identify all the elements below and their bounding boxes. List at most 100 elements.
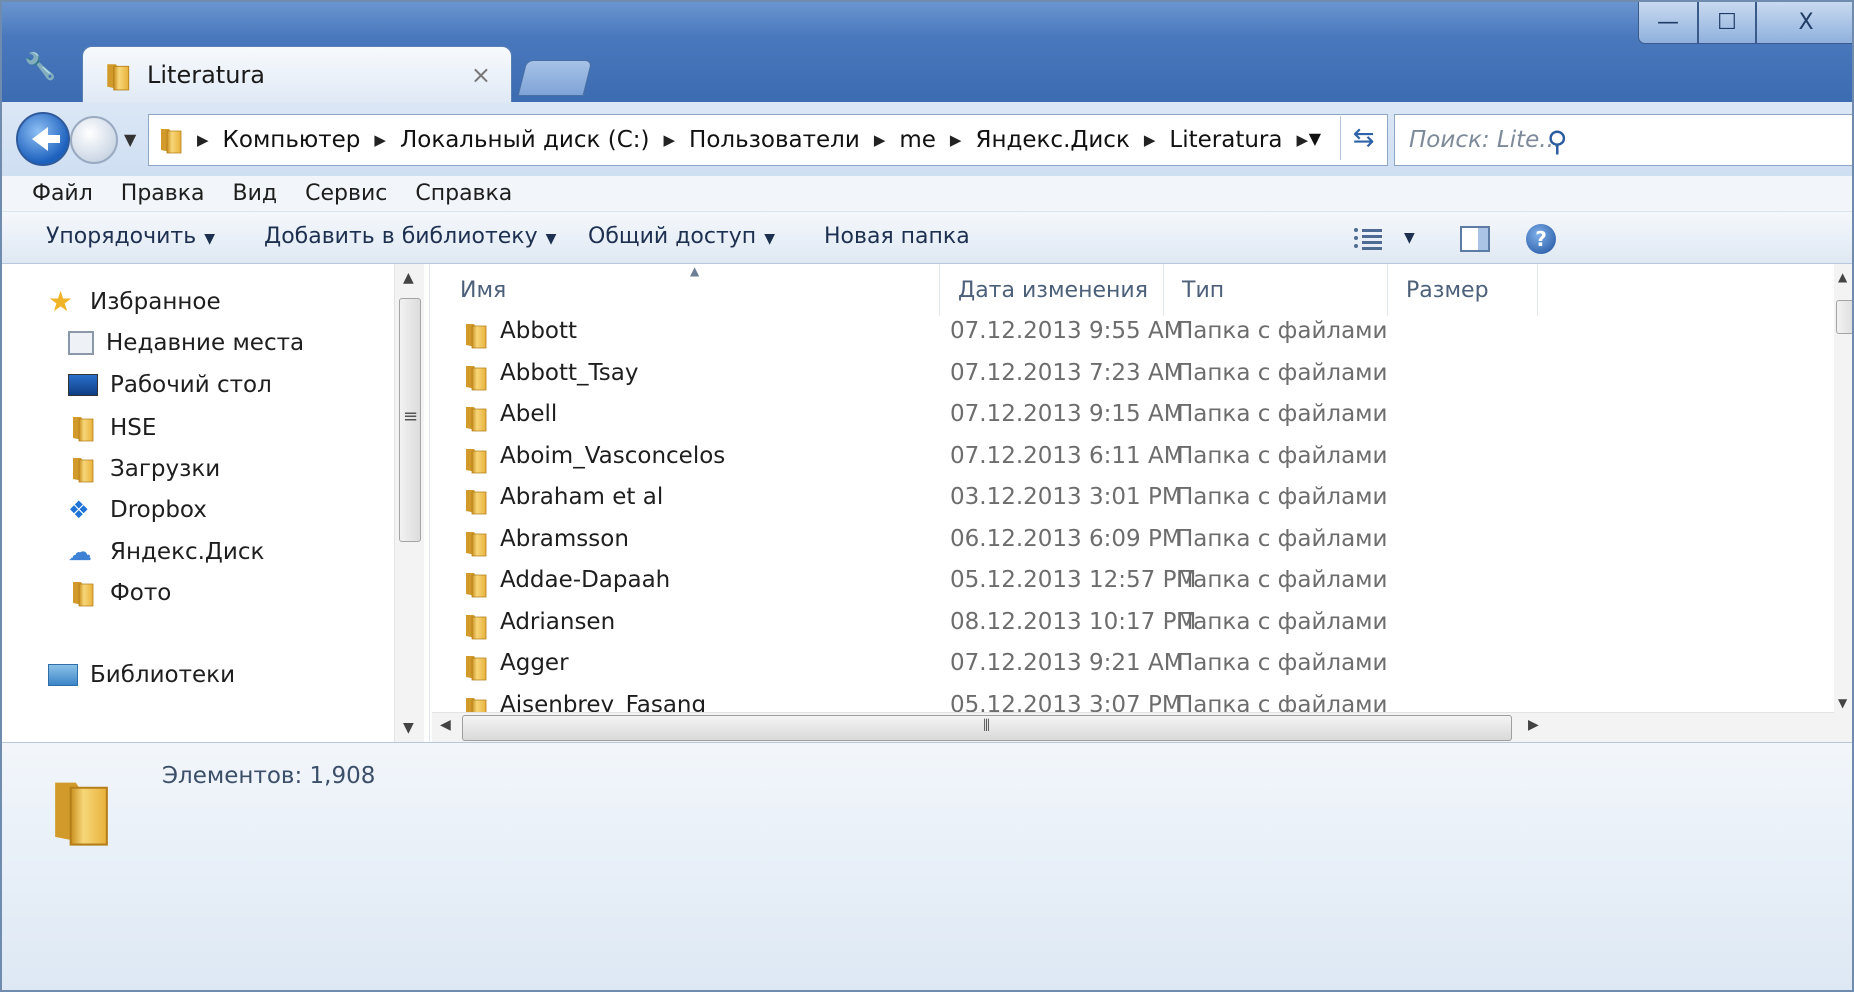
table-row[interactable]: Abbott_Tsay 07.12.2013 7:23 AM Папка с фай… [432, 356, 1812, 397]
preview-pane-icon[interactable] [1460, 226, 1490, 252]
table-row[interactable]: Adriansen 08.12.2013 10:17 PM Папка с файл… [432, 605, 1812, 646]
scroll-left-icon[interactable]: ◀ [440, 717, 451, 733]
refresh-icon[interactable]: ⇆ [1340, 116, 1386, 160]
nav-scrollbar[interactable]: ▲ ≡ ▼ [394, 264, 424, 742]
file-type: Папка с файлами [1176, 359, 1388, 386]
file-name: Abell [500, 401, 558, 427]
file-type: Папка с файлами [1176, 567, 1388, 593]
file-date: 05.12.2013 12:57 PM [950, 567, 1197, 593]
nav-libraries[interactable]: Библиотеки [48, 662, 235, 688]
maximize-button[interactable]: ☐ [1698, 2, 1756, 44]
table-row[interactable]: Abell 07.12.2013 9:15 AM Папка с файлами [432, 397, 1812, 438]
address-row: ▼ ▶ Компьютер ▶ Локальный диск (C:) ▶ Польз… [2, 102, 1852, 176]
folder-icon [68, 414, 98, 442]
new-folder-button[interactable]: Новая папка [824, 224, 970, 249]
search-input[interactable]: Поиск: Lite... ⚲ [1394, 114, 1852, 166]
breadcrumb-arrow-icon: ▶ [197, 131, 209, 149]
file-date: 07.12.2013 7:23 AM [950, 359, 1184, 386]
navigation-pane: ★ Избранное Недавние места Рабочий стол … [2, 264, 430, 742]
nav-downloads[interactable]: Загрузки [68, 455, 220, 483]
nav-favorites[interactable]: ★ Избранное [48, 288, 221, 316]
address-bar[interactable]: ▶ Компьютер ▶ Локальный диск (C:) ▶ Пользов… [148, 114, 1388, 166]
file-date: 08.12.2013 10:17 PM [950, 608, 1197, 635]
file-list-vertical-scrollbar[interactable]: ▲ ▼ [1834, 264, 1852, 742]
minimize-button[interactable]: — [1638, 2, 1698, 44]
history-dropdown-icon[interactable]: ▼ [124, 130, 136, 149]
breadcrumb-item[interactable]: ▶ Пользователи [649, 127, 859, 153]
breadcrumb-item[interactable]: ▶ Компьютер [191, 127, 360, 153]
table-row[interactable]: Abbott 07.12.2013 9:55 AM Папка с файлами [432, 314, 1812, 355]
tab-close-icon[interactable]: × [471, 61, 491, 89]
nav-dropbox[interactable]: ❖ Dropbox [68, 496, 207, 524]
breadcrumb-item[interactable]: ▶ Literatura [1130, 127, 1283, 153]
add-to-library-button[interactable]: Добавить в библиотеку ▼ [264, 224, 556, 249]
scroll-thumb[interactable]: ⦀ [462, 715, 1512, 741]
window-controls: — ☐ X [1638, 2, 1852, 48]
nav-recent-places[interactable]: Недавние места [68, 330, 304, 356]
scroll-up-icon[interactable]: ▲ [1838, 270, 1847, 284]
grip-icon: ≡ [403, 406, 419, 427]
column-header-size[interactable]: Размер [1388, 264, 1538, 316]
file-type: Папка с файлами [1176, 318, 1388, 344]
menu-view[interactable]: Вид [233, 181, 278, 206]
maximize-icon: ☐ [1717, 10, 1737, 35]
table-row[interactable]: Abramsson 06.12.2013 6:09 PM Папка с файла… [432, 522, 1812, 563]
tab-literatura[interactable]: Literatura × [82, 46, 512, 104]
menu-file[interactable]: Файл [32, 181, 93, 206]
address-dropdown-icon[interactable]: ▼ [1309, 129, 1321, 148]
column-header-date[interactable]: Дата изменения [940, 264, 1164, 316]
menu-tools[interactable]: Сервис [305, 181, 387, 206]
breadcrumb-item[interactable]: ▶ Яндекс.Диск [936, 127, 1130, 153]
column-header-name[interactable]: Имя ▲ [442, 264, 940, 316]
table-row[interactable]: Aboim_Vasconcelos 07.12.2013 6:11 AM Папка… [432, 439, 1812, 480]
table-row[interactable]: Addae-Dapaah 05.12.2013 12:57 PM Папка с ф… [432, 563, 1812, 604]
nav-photos[interactable]: Фото [68, 579, 171, 607]
organize-button[interactable]: Упорядочить ▼ [46, 224, 215, 249]
file-name: Abraham et al [500, 484, 664, 510]
share-button[interactable]: Общий доступ ▼ [588, 224, 775, 249]
table-row[interactable]: Abraham et al 03.12.2013 3:01 PM Папка с ф… [432, 480, 1812, 521]
file-date: 07.12.2013 6:11 AM [950, 442, 1184, 469]
chevron-down-icon[interactable]: ▼ [1404, 230, 1415, 246]
yandex-disk-icon: ☁ [68, 538, 92, 566]
column-header-type[interactable]: Тип [1164, 264, 1388, 316]
view-options-icon[interactable] [1354, 226, 1382, 250]
minimize-icon: — [1657, 10, 1679, 35]
nav-yandex-disk[interactable]: ☁ Яндекс.Диск [68, 538, 264, 566]
search-icon[interactable]: ⚲ [1547, 125, 1568, 158]
command-bar: Упорядочить ▼ Добавить в библиотеку ▼ Общи… [2, 212, 1852, 264]
folder-icon [464, 445, 488, 475]
desktop-icon [68, 374, 98, 396]
chevron-down-icon: ▼ [204, 231, 215, 247]
file-type: Папка с файлами [1176, 401, 1388, 427]
back-button[interactable] [16, 112, 70, 166]
scroll-down-icon[interactable]: ▼ [403, 720, 414, 736]
scroll-right-icon[interactable]: ▶ [1528, 717, 1539, 733]
item-count: Элементов: 1,908 [162, 763, 376, 789]
file-list-horizontal-scrollbar[interactable]: ◀ ⦀ ▶ [432, 712, 1834, 742]
forward-button[interactable] [70, 116, 118, 164]
sort-ascending-icon: ▲ [690, 264, 700, 278]
details-pane: Элементов: 1,908 [2, 742, 1852, 990]
file-date: 07.12.2013 9:55 AM [950, 318, 1184, 344]
close-button[interactable]: X [1756, 2, 1852, 44]
menu-edit[interactable]: Правка [121, 181, 205, 206]
breadcrumb-item[interactable]: ▶ Локальный диск (C:) [360, 127, 649, 153]
file-date: 07.12.2013 9:15 AM [950, 401, 1184, 427]
breadcrumb-arrow-icon: ▶ [663, 131, 676, 149]
scroll-down-icon[interactable]: ▼ [1838, 696, 1847, 710]
nav-desktop[interactable]: Рабочий стол [68, 372, 272, 398]
folder-icon [464, 652, 488, 682]
folder-icon [464, 611, 488, 641]
nav-hse[interactable]: HSE [68, 414, 156, 442]
recent-places-icon [68, 331, 94, 355]
help-icon[interactable]: ? [1526, 224, 1556, 254]
table-row[interactable]: Agger 07.12.2013 9:21 AM Папка с файлами [432, 646, 1812, 687]
file-name: Addae-Dapaah [500, 567, 671, 593]
scroll-up-icon[interactable]: ▲ [403, 270, 414, 286]
new-tab-button[interactable] [517, 60, 593, 96]
breadcrumb-item[interactable]: ▶ me [860, 127, 936, 153]
menu-help[interactable]: Справка [415, 181, 512, 206]
wrench-icon[interactable]: 🔧 [24, 52, 60, 82]
scroll-thumb[interactable] [1836, 300, 1852, 334]
